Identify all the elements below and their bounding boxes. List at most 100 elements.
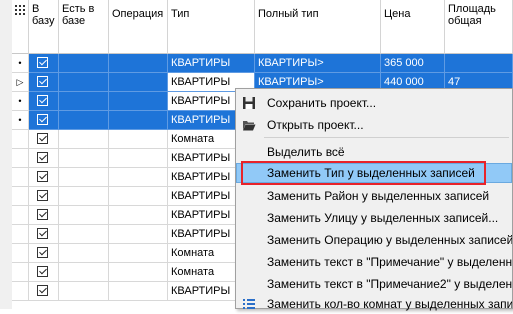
cell-full-type[interactable]: КВАРТИРЫ> [255,54,381,73]
in-base-checkbox[interactable] [37,285,48,296]
column-header-tsena[interactable]: Цена [381,0,445,54]
menu-item-replace-operation[interactable]: Заменить Операцию у выделенных записей..… [236,230,512,250]
menu-item-label: Выделить всё [267,145,345,159]
context-menu: Сохранить проект... Открыть проект... Вы… [235,88,513,311]
row-marker: ▷ [16,77,24,87]
cell-est[interactable] [59,263,109,282]
row-indicator [12,149,29,168]
in-base-checkbox-cell[interactable] [29,244,59,263]
menu-item-label: Сохранить проект... [267,96,377,110]
in-base-checkbox[interactable] [37,209,48,220]
menu-item-label: Заменить текст в "Примечание2" у выделен… [267,277,512,291]
grid-settings-icon [15,5,25,15]
cell-op[interactable] [109,92,168,111]
cell-est[interactable] [59,111,109,130]
in-base-checkbox[interactable] [37,76,48,87]
cell-op[interactable] [109,111,168,130]
menu-item-label: Заменить текст в "Примечание" у выделенн… [267,255,512,269]
row-indicator [12,282,29,301]
cell-price[interactable]: 365 000 [381,54,445,73]
in-base-checkbox[interactable] [37,228,48,239]
cell-op[interactable] [109,168,168,187]
menu-item-label: Заменить Операцию у выделенных записей..… [267,233,512,247]
in-base-checkbox[interactable] [37,190,48,201]
in-base-checkbox-cell[interactable] [29,130,59,149]
row-indicator [12,225,29,244]
in-base-checkbox-cell[interactable] [29,54,59,73]
in-base-checkbox-cell[interactable] [29,206,59,225]
menu-item-replace-note[interactable]: Заменить текст в "Примечание" у выделенн… [236,252,512,272]
column-header-est-v-baze[interactable]: Есть в базе [59,0,109,54]
left-panel-strip [0,0,12,309]
menu-item-replace-street[interactable]: Заменить Улицу у выделенных записей... [236,208,512,228]
in-base-checkbox-cell[interactable] [29,263,59,282]
cell-op[interactable] [109,244,168,263]
row-indicator [12,168,29,187]
column-header-tip[interactable]: Тип [168,0,255,54]
in-base-checkbox[interactable] [37,171,48,182]
in-base-checkbox[interactable] [37,247,48,258]
column-header-v-bazu[interactable]: В базу [29,0,59,54]
column-header-polnyy-tip[interactable]: Полный тип [255,0,381,54]
row-indicator: • [12,92,29,111]
in-base-checkbox[interactable] [37,95,48,106]
menu-item-select-all[interactable]: Выделить всё [236,142,512,162]
cell-op[interactable] [109,73,168,92]
cell-op[interactable] [109,282,168,301]
header-corner[interactable] [12,0,29,54]
in-base-checkbox-cell[interactable] [29,149,59,168]
cell-op[interactable] [109,130,168,149]
in-base-checkbox-cell[interactable] [29,187,59,206]
red-highlight-frame [241,161,486,185]
cell-est[interactable] [59,73,109,92]
cell-op[interactable] [109,225,168,244]
cell-est[interactable] [59,187,109,206]
menu-item-replace-district[interactable]: Заменить Район у выделенных записей [236,186,512,206]
menu-item-label: Заменить Район у выделенных записей [267,189,490,203]
cell-op[interactable] [109,54,168,73]
in-base-checkbox-cell[interactable] [29,73,59,92]
save-icon [243,97,255,109]
menu-item-replace-rooms[interactable]: Заменить кол-во комнат у выделенных запи… [236,294,512,314]
in-base-checkbox-cell[interactable] [29,168,59,187]
row-indicator: ▷ [12,73,29,92]
menu-item-save-project[interactable]: Сохранить проект... [236,93,512,113]
folder-open-icon [243,121,256,131]
in-base-checkbox[interactable] [37,133,48,144]
cell-est[interactable] [59,244,109,263]
row-indicator [12,244,29,263]
column-header-ploshchad[interactable]: Площадь общая [445,0,513,54]
cell-op[interactable] [109,263,168,282]
row-indicator [12,206,29,225]
in-base-checkbox-cell[interactable] [29,111,59,130]
row-marker: • [18,115,22,125]
in-base-checkbox-cell[interactable] [29,92,59,111]
in-base-checkbox-cell[interactable] [29,282,59,301]
in-base-checkbox[interactable] [37,114,48,125]
cell-op[interactable] [109,149,168,168]
menu-separator [264,137,509,138]
table-row[interactable]: • КВАРТИРЫ КВАРТИРЫ> 365 000 [12,54,513,73]
cell-est[interactable] [59,130,109,149]
cell-type[interactable]: КВАРТИРЫ [168,54,255,73]
cell-est[interactable] [59,168,109,187]
cell-area[interactable] [445,54,513,73]
cell-op[interactable] [109,206,168,225]
column-header-operatsiya[interactable]: Операция [109,0,168,54]
cell-est[interactable] [59,282,109,301]
in-base-checkbox[interactable] [37,57,48,68]
cell-est[interactable] [59,149,109,168]
in-base-checkbox[interactable] [37,152,48,163]
row-indicator [12,130,29,149]
menu-item-label: Открыть проект... [267,118,364,132]
cell-est[interactable] [59,206,109,225]
menu-item-label: Заменить Улицу у выделенных записей... [267,211,499,225]
in-base-checkbox[interactable] [37,266,48,277]
cell-est[interactable] [59,54,109,73]
menu-item-replace-note2[interactable]: Заменить текст в "Примечание2" у выделен… [236,274,512,294]
menu-item-open-project[interactable]: Открыть проект... [236,115,512,135]
cell-op[interactable] [109,187,168,206]
cell-est[interactable] [59,225,109,244]
cell-est[interactable] [59,92,109,111]
in-base-checkbox-cell[interactable] [29,225,59,244]
